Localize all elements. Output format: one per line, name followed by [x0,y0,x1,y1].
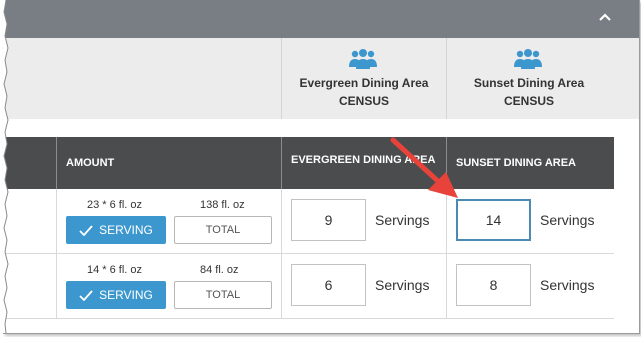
sunset-servings-input[interactable]: 14 [456,199,531,241]
checkmark-icon [79,289,93,301]
torn-edge-decoration [3,0,9,333]
servings-label: Servings [375,277,430,293]
total-amount: 138 fl. oz [200,199,245,211]
sunset-cell: 14 Servings [446,189,615,253]
amount-cell: 14 * 6 fl. oz 84 fl. oz SERVING TOTAL [56,254,282,318]
per-serving-amount: 23 * 6 fl. oz [87,199,143,211]
census-label: CENSUS [503,94,554,108]
serving-button-label: SERVING [99,223,153,237]
header-sunset: SUNSET DINING AREA [446,137,614,189]
census-area-name: Evergreen Dining Area [299,76,429,90]
checkmark-icon [79,224,93,236]
table-row: 23 * 6 fl. oz 138 fl. oz SERVING TOTAL 9… [3,189,614,254]
header-evergreen: EVERGREEN DINING AREA [281,137,446,189]
amount-cell: 23 * 6 fl. oz 138 fl. oz SERVING TOTAL [56,189,282,253]
table-header: AMOUNT EVERGREEN DINING AREA SUNSET DINI… [3,137,614,189]
chevron-up-icon [599,13,611,21]
sunset-servings-input[interactable]: 8 [456,264,531,306]
collapse-button[interactable] [595,8,615,26]
servings-label: Servings [540,212,595,228]
evergreen-servings-input[interactable]: 6 [291,264,366,306]
servings-label: Servings [540,277,595,293]
serving-button[interactable]: SERVING [66,216,166,244]
servings-label: Servings [375,212,430,228]
table-row: 14 * 6 fl. oz 84 fl. oz SERVING TOTAL 6 … [3,254,614,319]
census-summary: Evergreen Dining Area CENSUS Sunset Dini… [3,38,639,119]
total-button[interactable]: TOTAL [174,216,272,244]
sunset-cell: 8 Servings [446,254,615,318]
header-amount: AMOUNT [56,137,281,189]
total-amount: 84 fl. oz [200,264,239,276]
panel-header-bar [3,0,639,38]
census-evergreen: Evergreen Dining Area CENSUS [281,38,446,119]
serving-button[interactable]: SERVING [66,281,166,309]
census-sunset: Sunset Dining Area CENSUS [446,38,611,119]
evergreen-cell: 9 Servings [281,189,447,253]
per-serving-amount: 14 * 6 fl. oz [87,264,143,276]
screenshot-frame: Evergreen Dining Area CENSUS Sunset Dini… [3,0,640,334]
evergreen-cell: 6 Servings [281,254,447,318]
total-button[interactable]: TOTAL [174,281,272,309]
census-label: CENSUS [338,94,389,108]
people-group-icon [514,49,542,69]
evergreen-servings-input[interactable]: 9 [291,199,366,241]
census-area-name: Sunset Dining Area [473,76,585,90]
people-group-icon [349,49,377,69]
serving-button-label: SERVING [99,288,153,302]
